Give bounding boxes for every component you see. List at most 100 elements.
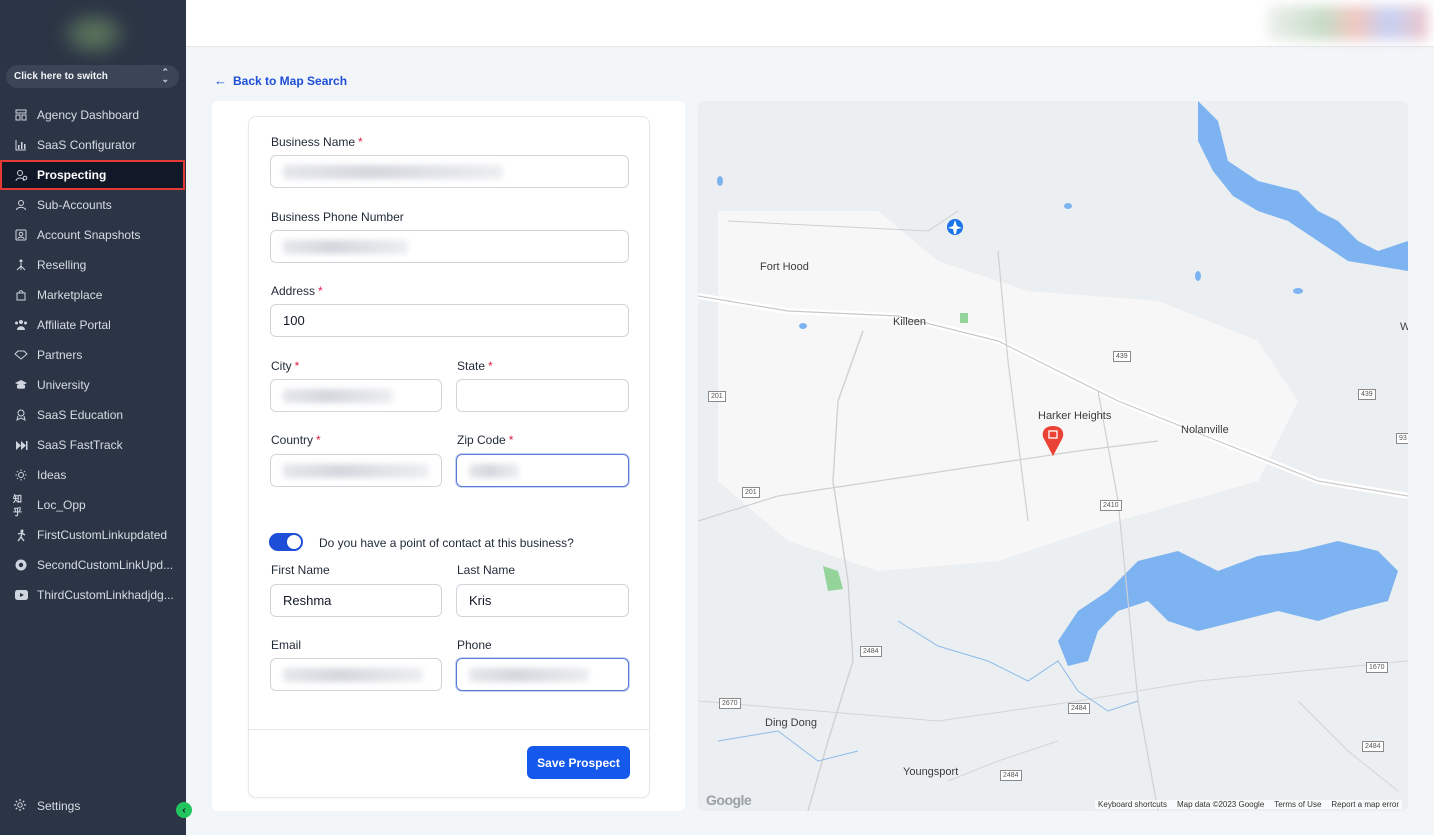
account-switcher[interactable]: Click here to switch ⌃ ⌄ — [6, 65, 179, 88]
google-logo: Google — [706, 792, 752, 808]
lightbulb-icon — [13, 467, 29, 483]
phone-field[interactable] — [456, 658, 629, 691]
sidebar-item-sub-accounts[interactable]: Sub-Accounts — [0, 190, 186, 220]
youtube-icon — [13, 587, 29, 603]
sidebar-item-label: Sub-Accounts — [37, 198, 112, 212]
sidebar-item-prospecting[interactable]: Prospecting — [0, 160, 185, 190]
sidebar-item-partners[interactable]: Partners — [0, 340, 186, 370]
point-of-contact-question: Do you have a point of contact at this b… — [319, 536, 574, 550]
sidebar-item-label: SaaS FastTrack — [37, 438, 123, 452]
sidebar-item-secondcustomlink[interactable]: SecondCustomLinkUpd... — [0, 550, 186, 580]
road-shield: 201 — [708, 391, 726, 402]
country-select[interactable] — [270, 454, 442, 487]
map-place-label: Fort Hood — [760, 261, 809, 273]
road-shield: 2410 — [1100, 500, 1122, 511]
road-shield: 1670 — [1366, 662, 1388, 673]
terms-of-use-link[interactable]: Terms of Use — [1274, 800, 1321, 809]
map-data-text: Map data ©2023 Google — [1176, 800, 1265, 809]
map-place-label: Killeen — [893, 316, 927, 328]
sidebar-item-university[interactable]: University — [0, 370, 186, 400]
sidebar-item-reselling[interactable]: Reselling — [0, 250, 186, 280]
keyboard-shortcuts-link[interactable]: Keyboard shortcuts — [1098, 800, 1167, 809]
chart-icon — [13, 137, 29, 153]
sidebar-item-affiliate-portal[interactable]: Affiliate Portal — [0, 310, 186, 340]
city-field[interactable] — [270, 379, 442, 412]
sidebar-item-label: Marketplace — [37, 288, 103, 302]
report-map-error-link[interactable]: Report a map error — [1331, 800, 1399, 809]
map-place-label: Harker Heights — [1038, 410, 1112, 422]
group-icon — [13, 317, 29, 333]
business-phone-label: Business Phone Number — [271, 210, 404, 224]
gear-icon — [13, 798, 29, 814]
map-attribution: Keyboard shortcuts Map data ©2023 Google… — [1095, 800, 1402, 809]
user-icon — [13, 197, 29, 213]
graduation-cap-icon — [13, 377, 29, 393]
zip-code-field[interactable] — [456, 454, 629, 487]
point-of-contact-toggle[interactable] — [269, 533, 303, 551]
sidebar-item-label: Loc_Opp — [37, 498, 86, 512]
road-shield: 2484 — [1068, 703, 1090, 714]
state-field[interactable] — [456, 379, 629, 412]
map-place-label: Youngsport — [903, 766, 959, 778]
save-prospect-button[interactable]: Save Prospect — [527, 746, 630, 779]
chevron-updown-icon: ⌃ ⌄ — [161, 67, 169, 84]
road-shield: 2484 — [1000, 770, 1022, 781]
map-view[interactable]: Fort Hood Killeen Harker Heights Nolanvi… — [698, 101, 1408, 811]
sidebar-item-agency-dashboard[interactable]: Agency Dashboard — [0, 100, 186, 130]
business-phone-field[interactable] — [270, 230, 629, 263]
sidebar-item-settings[interactable]: Settings — [13, 798, 80, 814]
road-shield: 93 — [1396, 433, 1408, 444]
sidebar-item-label: Agency Dashboard — [37, 108, 140, 122]
prospect-form-panel: Business Name * Business Phone Number Add… — [212, 101, 685, 811]
address-label: Address * — [271, 284, 323, 298]
account-switcher-label: Click here to switch — [14, 71, 108, 82]
address-field[interactable]: 100 — [270, 304, 629, 337]
road-shield: 2484 — [860, 646, 882, 657]
fast-forward-icon — [13, 437, 29, 453]
sidebar-item-label: FirstCustomLinkupdated — [37, 528, 168, 542]
business-name-field[interactable] — [270, 155, 629, 188]
city-label: City * — [271, 359, 300, 373]
road-shield: 201 — [742, 487, 760, 498]
sidebar-item-marketplace[interactable]: Marketplace — [0, 280, 186, 310]
sidebar-item-ideas[interactable]: Ideas — [0, 460, 186, 490]
sidebar-item-label: Affiliate Portal — [37, 318, 111, 332]
arrow-left-icon: ← — [214, 73, 227, 88]
last-name-field[interactable]: Kris — [456, 584, 629, 617]
email-field[interactable] — [270, 658, 442, 691]
prospect-form-card: Business Name * Business Phone Number Add… — [248, 116, 650, 798]
country-label: Country * — [271, 433, 321, 447]
sidebar-item-firstcustomlink[interactable]: FirstCustomLinkupdated — [0, 520, 186, 550]
business-name-label: Business Name * — [271, 135, 363, 149]
sidebar-item-saas-fasttrack[interactable]: SaaS FastTrack — [0, 430, 186, 460]
sidebar-item-account-snapshots[interactable]: Account Snapshots — [0, 220, 186, 250]
settings-label: Settings — [37, 799, 81, 813]
map-place-label: Ding Dong — [765, 717, 817, 729]
email-label: Email — [271, 638, 302, 652]
first-name-field[interactable]: Reshma — [270, 584, 442, 617]
road-shield: 439 — [1358, 389, 1376, 400]
sidebar-item-thirdcustomlink[interactable]: ThirdCustomLinkhadjdg... — [0, 580, 186, 610]
agency-logo[interactable] — [60, 10, 128, 58]
back-to-map-search-link[interactable]: ← Back to Map Search — [214, 73, 347, 88]
toggle-knob — [287, 535, 301, 549]
running-person-icon — [13, 527, 29, 543]
state-label: State * — [457, 359, 493, 373]
last-name-label: Last Name — [457, 563, 516, 577]
top-header — [186, 0, 1434, 47]
dashboard-icon — [13, 107, 29, 123]
sidebar-item-saas-configurator[interactable]: SaaS Configurator — [0, 130, 186, 160]
header-actions[interactable] — [1268, 6, 1428, 40]
map-place-label: W — [1400, 321, 1408, 333]
sidebar: Click here to switch ⌃ ⌄ Agency Dashboard… — [0, 0, 192, 835]
sidebar-item-label: University — [37, 378, 90, 392]
sidebar-item-label: SaaS Configurator — [37, 138, 136, 152]
sidebar-item-loc-opp[interactable]: 知乎 Loc_Opp — [0, 490, 186, 520]
education-icon — [13, 407, 29, 423]
collapse-sidebar-button[interactable]: ‹ — [176, 802, 192, 818]
phone-label: Phone — [457, 638, 492, 652]
chrome-icon — [13, 557, 29, 573]
reselling-icon — [13, 257, 29, 273]
sidebar-item-saas-education[interactable]: SaaS Education — [0, 400, 186, 430]
snapshot-icon — [13, 227, 29, 243]
